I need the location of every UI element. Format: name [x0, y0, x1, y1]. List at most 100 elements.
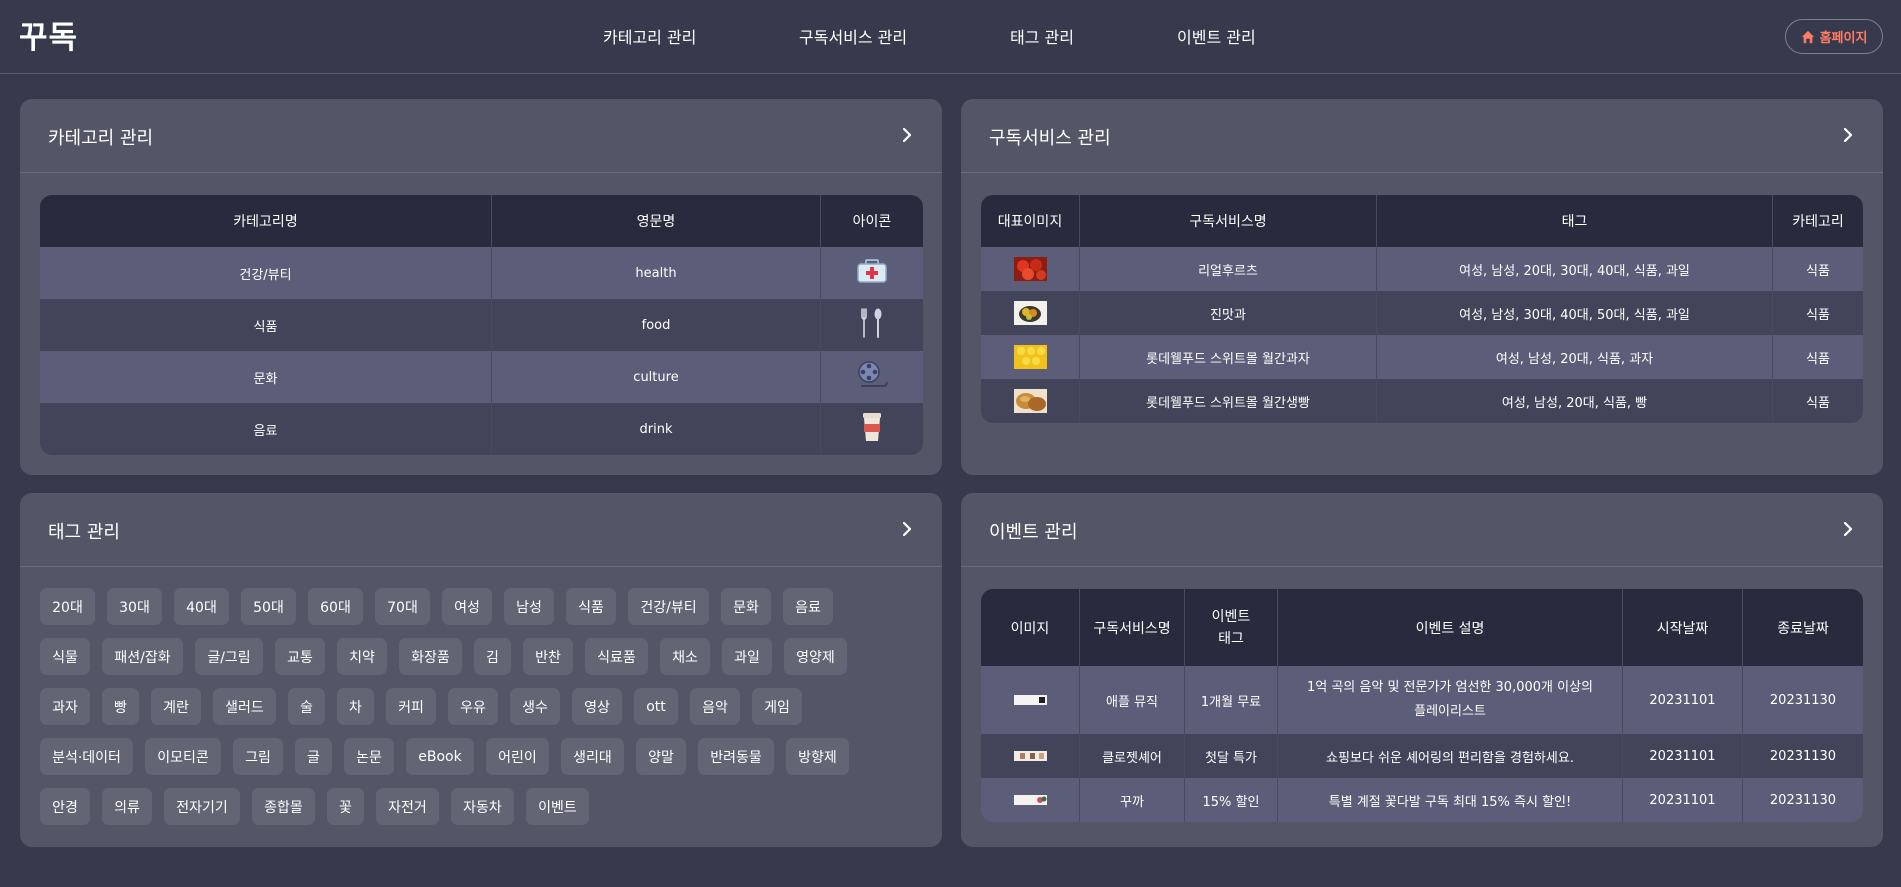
table-row[interactable]: 리얼후르츠 여성, 남성, 20대, 30대, 40대, 식품, 과일 식품: [981, 247, 1863, 291]
tag-chip[interactable]: 음료: [783, 588, 833, 625]
event-service-name: 애플 뮤직: [1080, 666, 1185, 734]
event-description: 특별 계절 꽃다발 구독 최대 15% 즉시 할인!: [1278, 778, 1623, 822]
tag-chip[interactable]: 생수: [510, 688, 560, 725]
table-row[interactable]: 식품 food: [40, 299, 923, 351]
panel-header: 카테고리 관리: [20, 99, 942, 173]
tag-chip[interactable]: 김: [474, 638, 511, 675]
subscription-name: 진맛과: [1080, 291, 1377, 335]
tag-chip[interactable]: 분석·데이터: [40, 738, 133, 775]
tag-chip[interactable]: eBook: [406, 738, 474, 775]
tag-chip[interactable]: 과일: [722, 638, 772, 675]
subscription-name: 롯데웰푸드 스위트몰 월간생빵: [1080, 379, 1377, 423]
category-name: 문화: [40, 351, 492, 403]
tag-chip[interactable]: 음악: [690, 688, 740, 725]
nav-tag-management[interactable]: 태그 관리: [1010, 24, 1074, 48]
tag-chip[interactable]: 영상: [572, 688, 622, 725]
tag-chip[interactable]: 방향제: [786, 738, 849, 775]
tag-chip[interactable]: 70대: [375, 588, 430, 625]
logo[interactable]: 꾸독: [19, 12, 78, 57]
table-row[interactable]: 애플 뮤직 1개월 무료 1억 곡의 음악 및 전문가가 엄선한 30,000개…: [981, 666, 1863, 734]
tag-chip[interactable]: 전자기기: [164, 788, 240, 825]
tag-chip[interactable]: 글: [295, 738, 332, 775]
tag-chip[interactable]: 의류: [102, 788, 152, 825]
subscription-tags: 여성, 남성, 30대, 40대, 50대, 식품, 과일: [1377, 291, 1773, 335]
tag-chip[interactable]: 패션/잡화: [102, 638, 183, 675]
tag-chip[interactable]: 반찬: [523, 638, 573, 675]
fork-spoon-icon: [861, 308, 882, 338]
tag-chip[interactable]: 이모티콘: [145, 738, 221, 775]
table-row[interactable]: 롯데웰푸드 스위트몰 월간과자 여성, 남성, 20대, 식품, 과자 식품: [981, 335, 1863, 379]
tag-chip[interactable]: 논문: [344, 738, 394, 775]
tag-chip[interactable]: 양말: [636, 738, 686, 775]
chevron-right-icon[interactable]: [1841, 521, 1855, 537]
event-start-date: 20231101: [1623, 734, 1743, 778]
nav-category-management[interactable]: 카테고리 관리: [603, 24, 696, 48]
nav-event-management[interactable]: 이벤트 관리: [1177, 24, 1256, 48]
tag-chip[interactable]: 계란: [151, 688, 201, 725]
column-header: 카테고리명: [40, 195, 492, 247]
tag-chip[interactable]: 어린이: [486, 738, 549, 775]
tag-chip[interactable]: 20대: [40, 588, 95, 625]
tag-chip[interactable]: 자동차: [451, 788, 514, 825]
column-header: 이벤트 태그: [1185, 589, 1278, 666]
event-end-date: 20231130: [1743, 666, 1863, 734]
subscription-category: 식품: [1773, 247, 1863, 291]
table-row[interactable]: 건강/뷰티 health: [40, 247, 923, 299]
table-row[interactable]: 꾸까 15% 할인 특별 계절 꽃다발 구독 최대 15% 즉시 할인! 202…: [981, 778, 1863, 822]
tag-chip[interactable]: 식물: [40, 638, 90, 675]
panel-title: 태그 관리: [48, 522, 120, 543]
tag-chip[interactable]: 영양제: [784, 638, 847, 675]
tag-chip[interactable]: 과자: [40, 688, 90, 725]
tag-chip[interactable]: 생리대: [561, 738, 624, 775]
home-icon: [1801, 30, 1814, 43]
table-row[interactable]: 문화 culture: [40, 351, 923, 403]
chevron-right-icon[interactable]: [900, 521, 914, 537]
tag-chip[interactable]: 문화: [721, 588, 771, 625]
tag-chip[interactable]: 빵: [102, 688, 139, 725]
tag-chip[interactable]: 식품: [566, 588, 616, 625]
tag-chip[interactable]: 우유: [448, 688, 498, 725]
tag-chip[interactable]: 식료품: [585, 638, 648, 675]
event-table: 이미지 구독서비스명 이벤트 태그 이벤트 설명 시작날짜 종료날짜 애플 뮤직…: [981, 589, 1863, 822]
tag-chip[interactable]: 60대: [308, 588, 363, 625]
tag-chip[interactable]: 40대: [174, 588, 229, 625]
tag-chip[interactable]: 게임: [752, 688, 802, 725]
tag-chip[interactable]: 남성: [504, 588, 554, 625]
event-tag: 첫달 특가: [1185, 734, 1278, 778]
tag-chip[interactable]: 종합몰: [252, 788, 315, 825]
tag-chip[interactable]: 반려동물: [698, 738, 774, 775]
tomato-thumbnail: [1013, 257, 1047, 281]
tag-chip[interactable]: 건강/뷰티: [628, 588, 709, 625]
tag-chip[interactable]: 커피: [386, 688, 436, 725]
tag-chip[interactable]: 술: [288, 688, 325, 725]
tag-chip[interactable]: 꽃: [327, 788, 364, 825]
subscription-table: 대표이미지 구독서비스명 태그 카테고리 리얼후르츠 여성, 남성, 20대, …: [981, 195, 1863, 423]
table-row[interactable]: 롯데웰푸드 스위트몰 월간생빵 여성, 남성, 20대, 식품, 빵 식품: [981, 379, 1863, 423]
tag-chip[interactable]: 여성: [442, 588, 492, 625]
tag-chip[interactable]: 차: [337, 688, 374, 725]
chevron-right-icon[interactable]: [900, 127, 914, 143]
tag-chip[interactable]: 화장품: [399, 638, 462, 675]
nav-subscription-management[interactable]: 구독서비스 관리: [799, 24, 907, 48]
column-header: 시작날짜: [1623, 589, 1743, 666]
tag-chip[interactable]: 채소: [660, 638, 710, 675]
column-header: 대표이미지: [981, 195, 1080, 247]
tag-chip[interactable]: 교통: [275, 638, 325, 675]
tag-chip[interactable]: 이벤트: [526, 788, 589, 825]
panel-title: 이벤트 관리: [989, 522, 1078, 543]
tag-chip[interactable]: ott: [634, 688, 678, 725]
tag-chip[interactable]: 그림: [233, 738, 283, 775]
table-row[interactable]: 클로젯셰어 첫달 특가 쇼핑보다 쉬운 셰어링의 편리함을 경험하세요. 202…: [981, 734, 1863, 778]
chevron-right-icon[interactable]: [1841, 127, 1855, 143]
tag-chip[interactable]: 30대: [107, 588, 162, 625]
table-row[interactable]: 음료 drink: [40, 403, 923, 455]
tag-chip[interactable]: 샐러드: [213, 688, 276, 725]
tag-chip[interactable]: 치약: [337, 638, 387, 675]
homepage-button[interactable]: 홈페이지: [1785, 19, 1883, 54]
tag-chip[interactable]: 글/그림: [195, 638, 263, 675]
tag-chip[interactable]: 안경: [40, 788, 90, 825]
event-service-name: 꾸까: [1080, 778, 1185, 822]
tag-chip[interactable]: 50대: [241, 588, 296, 625]
table-row[interactable]: 진맛과 여성, 남성, 30대, 40대, 50대, 식품, 과일 식품: [981, 291, 1863, 335]
tag-chip[interactable]: 자전거: [376, 788, 439, 825]
